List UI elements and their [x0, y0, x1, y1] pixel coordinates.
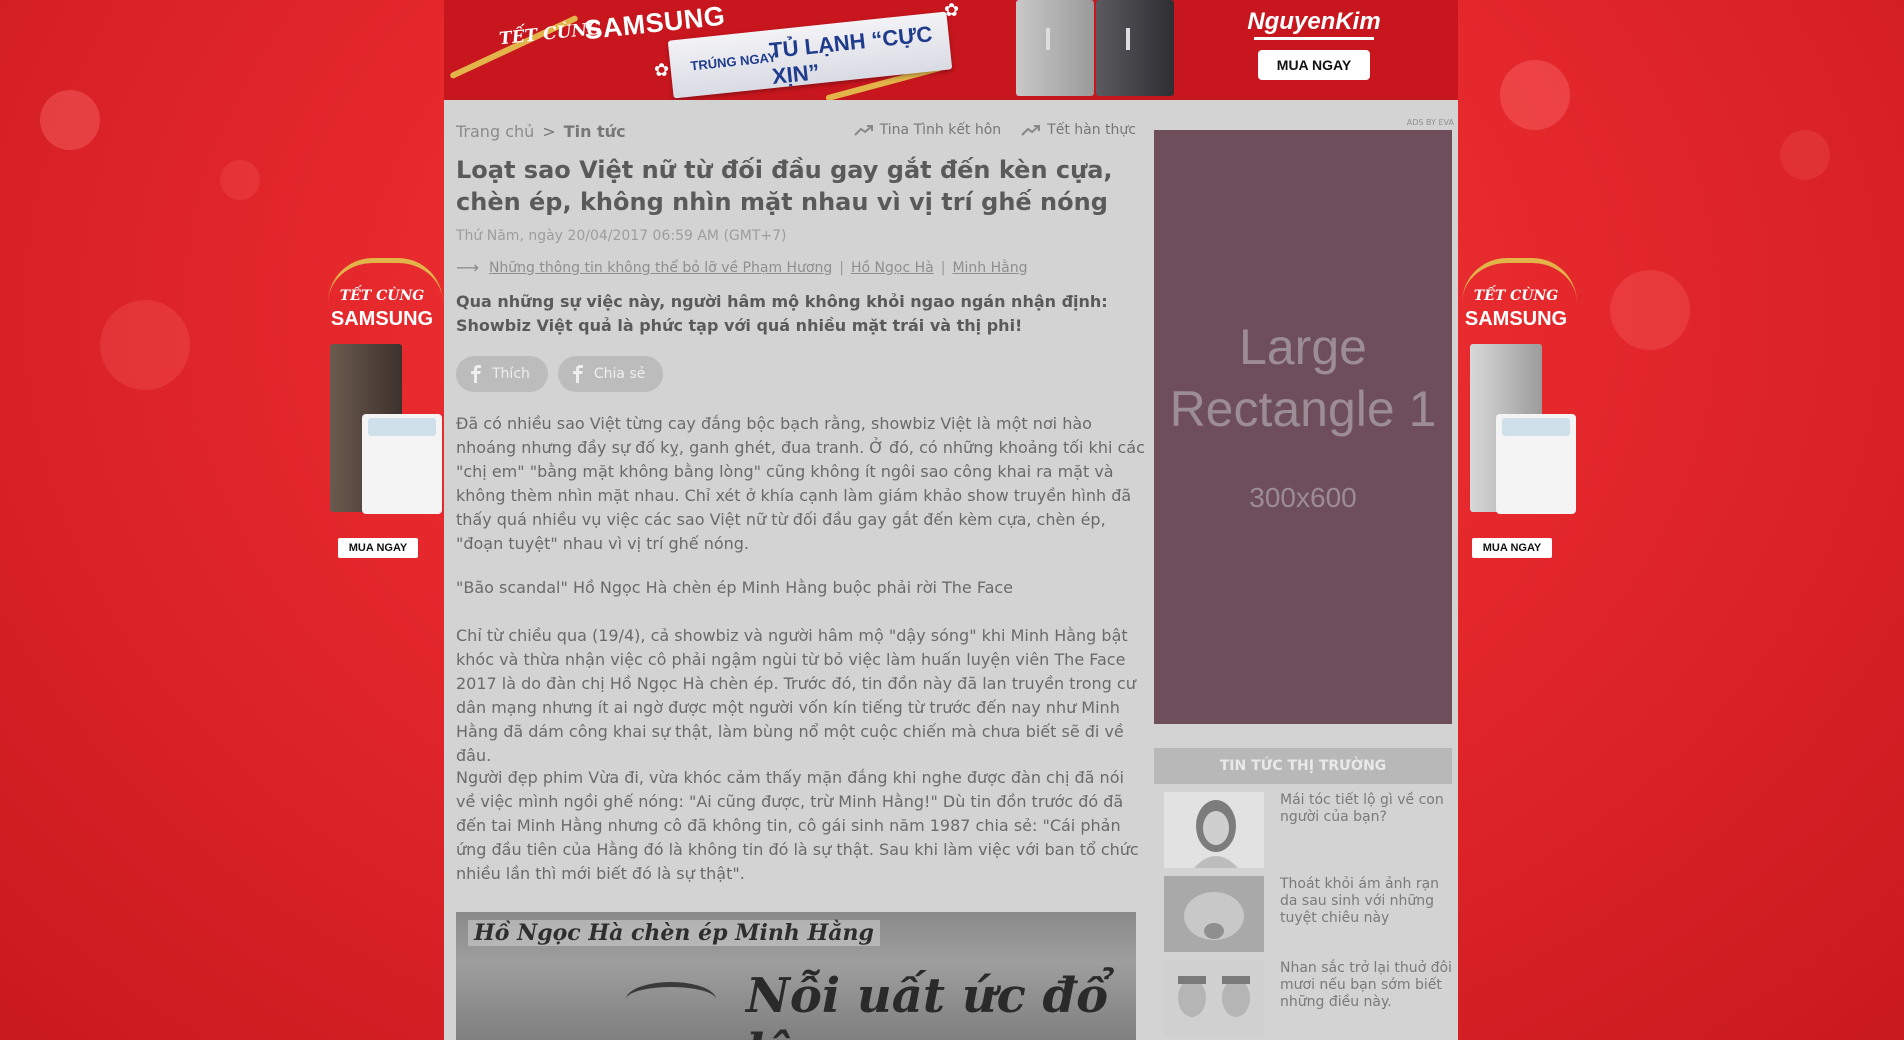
logo-underline	[1254, 37, 1374, 40]
market-news-title[interactable]: Nhan sắc trở lại thuở đôi mươi nếu bạn s…	[1280, 960, 1454, 1011]
ad-label: ADS BY EVA	[1406, 118, 1454, 127]
related-link[interactable]: Minh Hằng	[952, 260, 1027, 276]
bokeh-decoration	[1610, 270, 1690, 350]
facebook-share-button[interactable]: Chia sẻ	[557, 356, 664, 392]
washer-lid	[368, 418, 436, 436]
market-news-thumbnail[interactable]	[1164, 792, 1264, 868]
nguyenkim-logo-text: NguyenKim	[1247, 8, 1381, 35]
prize-small-text: TRÚNG NGAY	[689, 49, 778, 74]
right-side-banner-ad[interactable]: TẾT CÙNG SAMSUNG MUA NGAY	[1452, 258, 1580, 560]
share-label: Chia sẻ	[593, 366, 646, 382]
related-link[interactable]: Hồ Ngọc Hà	[851, 260, 934, 276]
article-subheading: "Bão scandal" Hồ Ngọc Hà chèn ép Minh Hằ…	[456, 578, 1014, 597]
trend-icon	[853, 125, 873, 136]
social-buttons: Thích Chia sẻ	[456, 356, 664, 392]
flower-icon: ✿	[654, 60, 670, 81]
fridge-handle	[1046, 28, 1050, 50]
bokeh-decoration	[1500, 60, 1570, 130]
side-tet-text: TẾT CÙNG	[1473, 288, 1559, 304]
market-news-title[interactable]: Mái tóc tiết lộ gì về con người của bạn?	[1280, 792, 1454, 826]
related-separator: |	[940, 259, 946, 276]
side-buy-now-button[interactable]: MUA NGAY	[1472, 538, 1552, 558]
trending-tag[interactable]: Tết hàn thực	[1021, 122, 1136, 138]
fridge-image	[1096, 0, 1174, 96]
top-banner-ad[interactable]: ✿ ✿ TẾT CÙNG SAMSUNG TRÚNG NGAY TỦ LẠNH …	[444, 0, 1458, 100]
related-separator: |	[839, 259, 844, 276]
article-date: Thứ Năm, ngày 20/04/2017 06:59 AM (GMT+7…	[456, 228, 787, 244]
bokeh-decoration	[100, 300, 190, 390]
like-label: Thích	[492, 366, 530, 382]
market-news-title[interactable]: Thoát khỏi ám ảnh rạn da sau sinh với nh…	[1280, 876, 1454, 927]
market-news-thumbnail[interactable]	[1164, 960, 1264, 1036]
facebook-icon	[471, 365, 481, 383]
related-links: ⟶ Những thông tin không thể bỏ lỡ về Phạ…	[456, 258, 1027, 277]
article-image: Hồ Ngọc Hà chèn ép Minh Hằng Nỗi uất ức …	[456, 912, 1136, 1040]
article-lead: Qua những sự việc này, người hâm mộ khôn…	[456, 292, 1108, 335]
left-side-banner-ad[interactable]: TẾT CÙNG SAMSUNG MUA NGAY	[318, 258, 446, 560]
trending-tag-label: Tina Tình kết hôn	[879, 122, 1002, 138]
facebook-icon	[572, 365, 583, 383]
arrow-right-icon: ⟶	[456, 258, 479, 277]
washer-image	[362, 414, 442, 514]
faces-image	[1178, 976, 1250, 1017]
market-news-thumbnail[interactable]	[1164, 876, 1264, 952]
bokeh-decoration	[40, 90, 100, 150]
bokeh-decoration	[1780, 130, 1830, 180]
side-samsung-text: SAMSUNG	[330, 308, 434, 330]
trending-tag[interactable]: Tina Tình kết hôn	[853, 122, 1002, 138]
trend-icon	[1021, 125, 1041, 136]
nguyenkim-logo: NguyenKim	[1234, 8, 1394, 40]
related-link[interactable]: Những thông tin không thể bỏ lỡ về Phạm …	[489, 260, 832, 276]
large-rectangle-ad[interactable]: Large Rectangle 1 300x600	[1154, 130, 1452, 724]
article-title: Loạt sao Việt nữ từ đối đầu gay gắt đến …	[456, 156, 1113, 216]
fridge-image	[1016, 0, 1094, 96]
breadcrumb-current[interactable]: Tin tức	[564, 122, 626, 141]
banner-buy-now-button[interactable]: MUA NGAY	[1258, 50, 1370, 80]
side-buy-now-button[interactable]: MUA NGAY	[338, 538, 418, 558]
prize-big-text: TỦ LẠNH “CỰC XỊN”	[768, 21, 934, 90]
side-samsung-text: SAMSUNG	[1464, 308, 1568, 330]
image-caption: Hồ Ngọc Hà chèn ép Minh Hằng	[468, 920, 880, 946]
trending-tag-label: Tết hàn thực	[1047, 122, 1136, 138]
ad-placeholder-size: 300x600	[1249, 482, 1357, 513]
fridge-handle	[1126, 28, 1130, 50]
article-paragraph: Chỉ từ chiều qua (19/4), cả showbiz và n…	[456, 626, 1136, 765]
breadcrumb: Trang chủ > Tin tức	[456, 122, 626, 141]
side-tet-text: TẾT CÙNG	[339, 288, 425, 304]
market-news-item[interactable]: Thoát khỏi ám ảnh rạn da sau sinh với nh…	[1164, 876, 1454, 952]
trending-tags: Tina Tình kết hôn Tết hàn thực	[853, 122, 1136, 138]
facebook-like-button[interactable]: Thích	[456, 356, 548, 392]
market-news-item[interactable]: Nhan sắc trở lại thuở đôi mươi nếu bạn s…	[1164, 960, 1454, 1036]
image-caption: Nỗi uất ức đổ lệ	[746, 968, 1109, 1040]
article-paragraph: Đã có nhiều sao Việt từng cay đắng bộc b…	[456, 414, 1145, 553]
washer-lid	[1502, 418, 1570, 436]
market-news-item[interactable]: Mái tóc tiết lộ gì về con người của bạn?	[1164, 792, 1454, 868]
breadcrumb-home-link[interactable]: Trang chủ	[456, 122, 534, 141]
page-content: Trang chủ > Tin tức Tina Tình kết hôn Tết …	[444, 100, 1458, 1040]
portrait-image	[1194, 800, 1238, 868]
image-eye-detail	[626, 982, 716, 1017]
belly-image	[1184, 892, 1244, 940]
breadcrumb-separator: >	[542, 122, 556, 141]
washer-image	[1496, 414, 1576, 514]
bokeh-decoration	[220, 160, 260, 200]
article-paragraph: Người đẹp phim Vừa đi, vừa khóc cảm thấy…	[456, 768, 1139, 883]
market-news-heading: TIN TỨC THỊ TRƯỜNG	[1154, 748, 1452, 784]
ad-placeholder-title: Large Rectangle 1	[1169, 319, 1437, 437]
